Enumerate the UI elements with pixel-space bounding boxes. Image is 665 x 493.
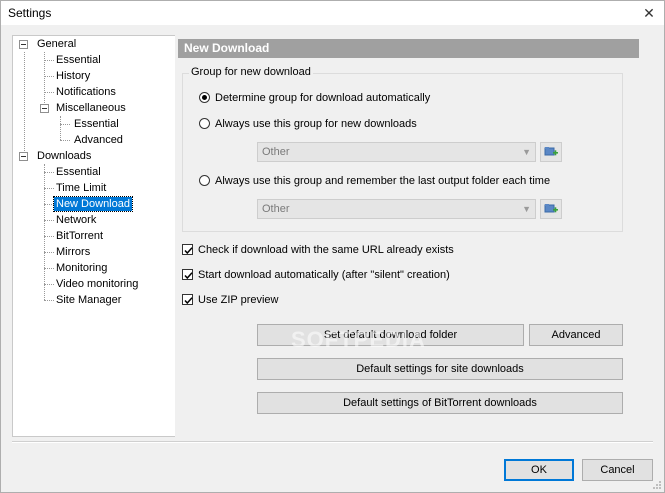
- tree-connector: [44, 268, 54, 269]
- advanced-button[interactable]: Advanced: [529, 324, 623, 346]
- group-select[interactable]: Other ▼: [257, 142, 536, 162]
- footer-divider: [12, 441, 653, 443]
- tree-item-network[interactable]: Network: [54, 213, 98, 227]
- site-defaults-button[interactable]: Default settings for site downloads: [257, 358, 623, 380]
- tree-item-general-essential[interactable]: Essential: [54, 53, 103, 67]
- tree-connector: [24, 52, 25, 155]
- radio-button[interactable]: [199, 118, 210, 129]
- add-folder-icon: [544, 147, 558, 156]
- chevron-down-icon: ▼: [522, 204, 531, 214]
- panel-title: New Download: [178, 39, 639, 58]
- settings-tree: General Essential History Notifications …: [12, 35, 175, 437]
- tree-item-monitoring[interactable]: Monitoring: [54, 261, 109, 275]
- radio-label: Always use this group for new downloads: [215, 118, 417, 130]
- group-box-label: Group for new download: [189, 66, 313, 78]
- set-default-folder-button[interactable]: Set default download folder: [257, 324, 524, 346]
- radio-label: Always use this group and remember the l…: [215, 175, 551, 187]
- add-folder-icon: [544, 204, 558, 213]
- select-value: Other: [262, 146, 290, 158]
- collapse-icon[interactable]: [19, 152, 28, 161]
- radio-button[interactable]: [199, 175, 210, 186]
- tree-connector: [44, 164, 45, 300]
- checkbox-label: Use ZIP preview: [198, 294, 279, 306]
- tree-connector: [44, 76, 54, 77]
- tree-item-downloads[interactable]: Downloads: [35, 149, 93, 163]
- tree-item-history[interactable]: History: [54, 69, 92, 83]
- cancel-button[interactable]: Cancel: [582, 459, 653, 481]
- tree-connector: [44, 252, 54, 253]
- tree-connector: [60, 140, 70, 141]
- checkbox-label: Check if download with the same URL alre…: [198, 244, 454, 256]
- content-area: General Essential History Notifications …: [1, 25, 664, 492]
- check-icon: [184, 272, 193, 280]
- checkbox-label: Start download automatically (after "sil…: [198, 269, 450, 281]
- chevron-down-icon: ▼: [522, 147, 531, 157]
- tree-connector: [44, 188, 54, 189]
- tree-connector: [60, 116, 61, 140]
- collapse-icon[interactable]: [40, 104, 49, 113]
- tree-item-time-limit[interactable]: Time Limit: [54, 181, 108, 195]
- checkbox[interactable]: [182, 269, 193, 280]
- tree-connector: [60, 124, 70, 125]
- tree-item-misc-essential[interactable]: Essential: [72, 117, 121, 131]
- tree-connector: [44, 236, 54, 237]
- tree-connector: [44, 220, 54, 221]
- tree-item-video-monitoring[interactable]: Video monitoring: [54, 277, 140, 291]
- tree-connector: [44, 204, 54, 205]
- tree-connector: [44, 284, 54, 285]
- radio-button[interactable]: [199, 92, 210, 103]
- tree-item-site-manager[interactable]: Site Manager: [54, 293, 123, 307]
- checkbox[interactable]: [182, 244, 193, 255]
- tree-item-new-download[interactable]: New Download: [53, 196, 133, 212]
- tree-connector: [44, 60, 54, 61]
- tree-item-downloads-essential[interactable]: Essential: [54, 165, 103, 179]
- radio-label: Determine group for download automatical…: [215, 92, 431, 104]
- check-icon: [184, 247, 193, 255]
- ok-button[interactable]: OK: [504, 459, 574, 481]
- select-value: Other: [262, 203, 290, 215]
- settings-window: Settings ✕ General Essential History Not…: [0, 0, 665, 493]
- checkbox[interactable]: [182, 294, 193, 305]
- tree-item-notifications[interactable]: Notifications: [54, 85, 118, 99]
- tree-connector: [44, 300, 54, 301]
- tree-item-mirrors[interactable]: Mirrors: [54, 245, 92, 259]
- tree-item-general[interactable]: General: [35, 37, 78, 51]
- tree-connector: [44, 172, 54, 173]
- collapse-icon[interactable]: [19, 40, 28, 49]
- remember-group-select[interactable]: Other ▼: [257, 199, 536, 219]
- add-group-button-2[interactable]: [540, 199, 562, 219]
- add-group-button[interactable]: [540, 142, 562, 162]
- bittorrent-defaults-button[interactable]: Default settings of BitTorrent downloads: [257, 392, 623, 414]
- check-icon: [184, 297, 193, 305]
- window-title: Settings: [8, 6, 52, 20]
- tree-item-miscellaneous[interactable]: Miscellaneous: [54, 101, 128, 115]
- close-icon[interactable]: ✕: [634, 1, 664, 25]
- title-bar: Settings ✕: [1, 1, 664, 25]
- tree-item-misc-advanced[interactable]: Advanced: [72, 133, 125, 147]
- tree-connector: [44, 92, 54, 93]
- resize-grip-icon[interactable]: [652, 480, 662, 490]
- tree-item-bittorrent[interactable]: BitTorrent: [54, 229, 105, 243]
